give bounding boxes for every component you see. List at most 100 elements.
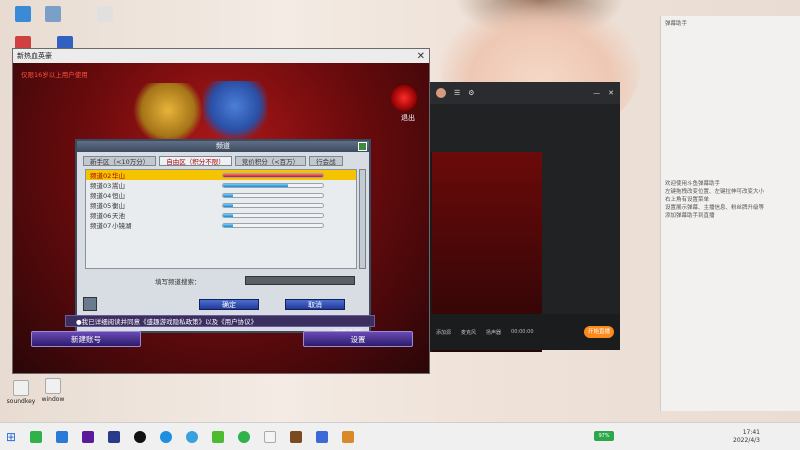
search-input[interactable] <box>245 276 355 285</box>
clock[interactable]: 17:41 2022/4/3 <box>733 429 760 445</box>
load-fill <box>223 183 288 187</box>
app-icon[interactable] <box>342 430 355 443</box>
app-icon[interactable] <box>56 430 69 443</box>
game-titlebar: 新热血英豪 ✕ <box>13 49 429 63</box>
channel-name: 嵩山 <box>112 182 125 190</box>
menu-icon[interactable]: ☰ <box>454 89 460 97</box>
dialog-title: 频道 <box>77 141 369 152</box>
windows-start-icon[interactable]: ⊞ <box>6 430 16 444</box>
exit-button[interactable] <box>391 85 417 111</box>
load-bar <box>222 222 324 228</box>
qq-icon[interactable] <box>134 430 147 443</box>
channel-id: 频道03 <box>90 182 112 190</box>
age-notice: 仅限16岁以上用户使用 <box>21 71 88 79</box>
minimize-icon[interactable]: — <box>593 89 600 97</box>
upload-icon[interactable] <box>212 430 225 443</box>
exit-label: 退出 <box>401 114 415 122</box>
app-icon[interactable] <box>30 430 43 443</box>
tab-guild[interactable]: 行会战 <box>309 156 343 166</box>
desktop-icon[interactable] <box>38 6 68 24</box>
channel-id: 频道07 <box>90 222 112 230</box>
robot-character <box>133 83 203 143</box>
channel-name: 恒山 <box>112 192 125 200</box>
channel-name: 华山 <box>112 172 125 180</box>
browser-icon[interactable] <box>186 430 199 443</box>
tab-newbie[interactable]: 新手区（<10万分） <box>83 156 157 166</box>
chat-header: 弹幕助手 <box>665 21 688 27</box>
tab-bid[interactable]: 竞价积分（<百万） <box>234 156 307 166</box>
channel-name: 小镜湖 <box>112 222 132 230</box>
app-icon[interactable] <box>108 430 121 443</box>
close-icon[interactable]: ✕ <box>608 89 614 97</box>
time-label: 00:00:00 <box>511 329 534 335</box>
new-account-button[interactable]: 新建账号 <box>31 331 141 347</box>
game-icon[interactable] <box>290 430 303 443</box>
wechat-icon[interactable] <box>238 430 251 443</box>
load-bar <box>222 202 324 208</box>
channel-tabs: 新手区（<10万分） 自由区（积分不限） 竞价积分（<百万） 行会战 <box>83 156 343 166</box>
edge-icon[interactable] <box>160 430 173 443</box>
add-source-button[interactable]: 添加源 <box>436 329 451 336</box>
dialog-close-button[interactable] <box>358 142 367 151</box>
refresh-icon[interactable] <box>83 297 97 311</box>
load-bar <box>222 172 324 178</box>
chat-line: 右上角有设置菜单 <box>665 197 710 203</box>
load-fill <box>223 173 323 177</box>
girl-character <box>203 81 267 143</box>
channel-row[interactable]: 频道07 小镜湖 <box>86 220 356 230</box>
streamer-toolbar: ☰ ⚙ — ✕ <box>430 82 620 104</box>
desktop-icon[interactable]: soundkey <box>6 380 36 405</box>
game-title: 新热血英豪 <box>17 52 52 60</box>
battery-indicator[interactable]: 97% <box>594 431 614 441</box>
tab-free[interactable]: 自由区（积分不限） <box>159 156 232 166</box>
desktop-icon[interactable]: window <box>38 378 68 403</box>
channel-id: 频道05 <box>90 202 112 210</box>
channel-id: 频道06 <box>90 212 112 220</box>
cancel-button[interactable]: 取消 <box>285 299 345 310</box>
app-icon[interactable] <box>316 430 329 443</box>
desktop-icon[interactable] <box>90 6 120 24</box>
start-live-button[interactable]: 开始直播 <box>584 326 614 338</box>
channel-row[interactable]: 频道03 嵩山 <box>86 180 356 190</box>
load-fill <box>223 193 233 197</box>
chat-line: 左键拖拽改变位置、左键拉伸可改变大小 <box>665 189 765 195</box>
agreement-text[interactable]: ●我已详细阅读并同意《盛趣游戏隐私政策》以及《用户协议》 <box>65 315 375 327</box>
mic-button[interactable]: 麦克风 <box>461 329 476 336</box>
close-icon[interactable]: ✕ <box>417 51 425 62</box>
chat-line: 添加弹幕助手到直播 <box>665 213 715 219</box>
game-body: 仅限16岁以上用户使用 退出 频道 新手区（<10万分） 自由区（积分不限） 竞… <box>13 63 429 373</box>
load-fill <box>223 203 233 207</box>
channel-row[interactable]: 频道06 天池 <box>86 210 356 220</box>
search-label: 填写频道搜索： <box>155 278 201 286</box>
channel-row[interactable]: 频道02 华山 <box>86 170 356 180</box>
settings-button[interactable]: 设置 <box>303 331 413 347</box>
load-bar <box>222 192 324 198</box>
chat-line: 欢迎使用斗鱼弹幕助手 <box>665 181 721 187</box>
streamer-window: ☰ ⚙ — ✕ 添加源 麦克风 扬声器 00:00:00 开始直播 <box>430 82 620 352</box>
channel-dialog: 频道 新手区（<10万分） 自由区（积分不限） 竞价积分（<百万） 行会战 频道… <box>75 139 371 333</box>
desktop-icon[interactable] <box>8 6 38 24</box>
channel-row[interactable]: 频道04 恒山 <box>86 190 356 200</box>
speaker-button[interactable]: 扬声器 <box>486 329 501 336</box>
channel-list: 频道02 华山 频道03 嵩山 频道04 恒山 频道05 衡山 频道06 天池 频道07 小镜湖 <box>85 169 357 269</box>
game-window: 新热血英豪 ✕ 仅限16岁以上用户使用 退出 频道 新手区（<10万分） 自由区… <box>12 48 430 374</box>
channel-name: 天池 <box>112 212 125 220</box>
load-bar <box>222 182 324 188</box>
scrollbar[interactable] <box>359 169 366 269</box>
avatar[interactable] <box>436 88 446 98</box>
search-row: 填写频道搜索： <box>85 276 357 286</box>
load-fill <box>223 213 233 217</box>
channel-id: 频道04 <box>90 192 112 200</box>
load-bar <box>222 212 324 218</box>
confirm-button[interactable]: 确定 <box>199 299 259 310</box>
streamer-controls: 添加源 麦克风 扬声器 00:00:00 开始直播 <box>430 314 620 350</box>
app-icon[interactable] <box>82 430 95 443</box>
channel-row[interactable]: 频道05 衡山 <box>86 200 356 210</box>
app-icon[interactable] <box>264 430 277 443</box>
channel-id: 频道02 <box>90 172 112 180</box>
gear-icon[interactable]: ⚙ <box>468 89 474 97</box>
chat-line: 设置展示弹幕、主播信息、粉丝牌升级等 <box>665 205 765 211</box>
danmaku-window: 弹幕助手 欢迎使用斗鱼弹幕助手 左键拖拽改变位置、左键拉伸可改变大小 右上角有设… <box>660 16 800 411</box>
load-fill <box>223 223 233 227</box>
taskbar: ⊞ 97% 17:41 2022/4/3 <box>0 422 800 450</box>
